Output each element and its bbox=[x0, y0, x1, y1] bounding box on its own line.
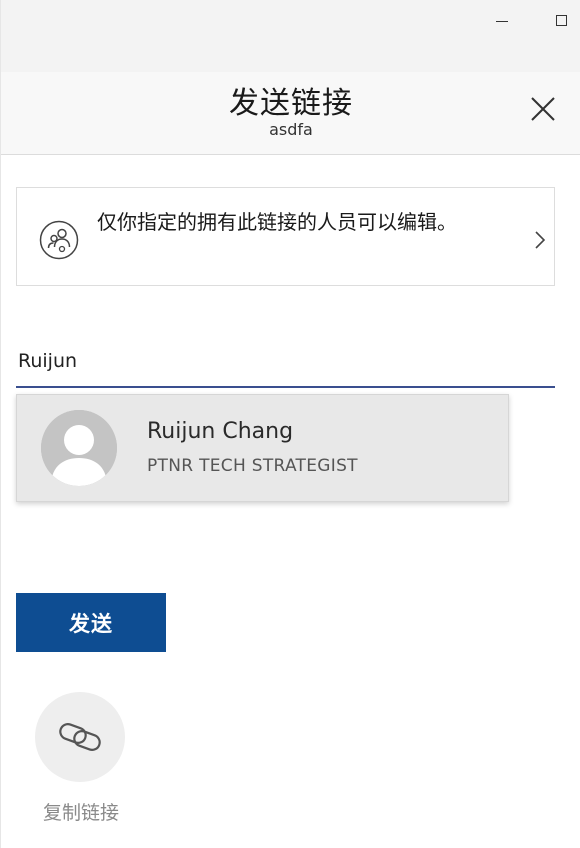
copy-link-button[interactable]: 复制链接 bbox=[16, 690, 146, 830]
close-button[interactable] bbox=[527, 93, 559, 125]
recipient-input[interactable] bbox=[16, 336, 555, 388]
people-icon bbox=[39, 220, 79, 260]
dialog-title: 发送链接 bbox=[229, 86, 353, 121]
copy-link-circle bbox=[35, 692, 125, 782]
copy-link-label: 复制链接 bbox=[42, 802, 119, 824]
dialog-subtitle: asdfa bbox=[269, 120, 313, 139]
chevron-right-icon bbox=[535, 231, 546, 249]
close-icon bbox=[531, 97, 555, 121]
suggestion-job-title: PTNR TECH STRATEGIST bbox=[147, 456, 358, 476]
dialog-header: 发送链接 asdfa bbox=[1, 72, 580, 155]
link-permission-settings[interactable]: 仅你指定的拥有此链接的人员可以编辑。 bbox=[16, 187, 555, 286]
contact-suggestion[interactable]: Ruijun Chang PTNR TECH STRATEGIST bbox=[16, 394, 509, 502]
title-bar bbox=[1, 0, 580, 72]
person-avatar-icon bbox=[41, 410, 117, 486]
send-button[interactable]: 发送 bbox=[16, 593, 166, 652]
suggestion-name: Ruijun Chang bbox=[147, 419, 294, 444]
link-icon bbox=[59, 723, 101, 751]
minimize-icon bbox=[496, 20, 508, 22]
permission-description: 仅你指定的拥有此链接的人员可以编辑。 bbox=[97, 210, 457, 234]
maximize-icon bbox=[555, 14, 567, 26]
maximize-button[interactable] bbox=[546, 6, 576, 34]
share-dialog-window: 发送链接 asdfa 仅你指定的拥有此链接的人员可以编辑。 Ruijun Rui… bbox=[0, 0, 580, 848]
minimize-button[interactable] bbox=[487, 6, 517, 34]
